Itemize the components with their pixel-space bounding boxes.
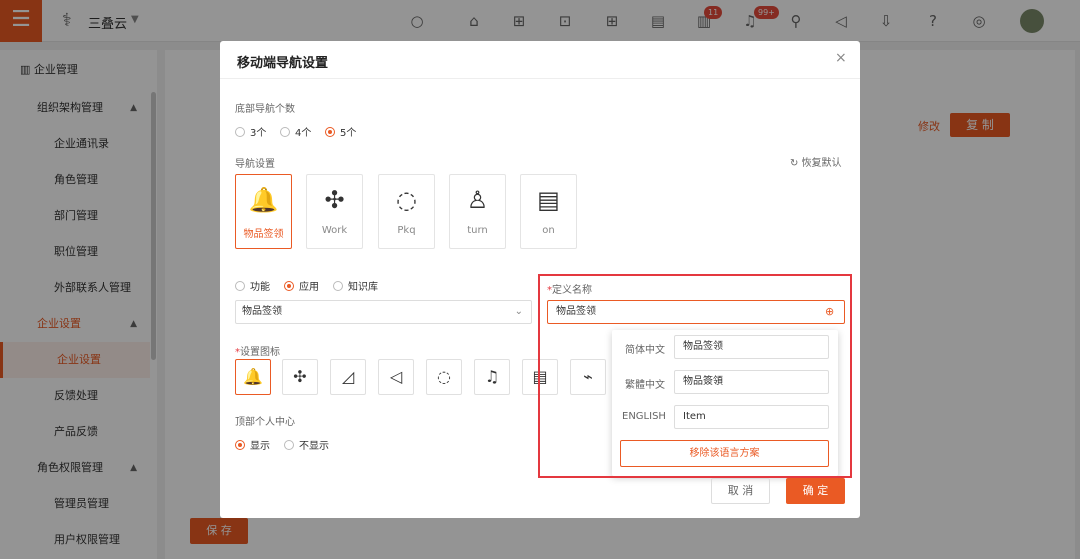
- speaker-icon[interactable]: ◁: [378, 359, 414, 395]
- confirm-button[interactable]: 确 定: [786, 478, 845, 504]
- top-center-radio-hide[interactable]: 不显示: [284, 437, 329, 452]
- type-radio-function[interactable]: 功能: [235, 278, 270, 293]
- divider: [220, 78, 860, 79]
- restore-default-button[interactable]: ↻ 恢复默认: [790, 154, 842, 169]
- nav-item-card[interactable]: ✣ Work: [306, 174, 363, 249]
- chat-icon[interactable]: ◌: [426, 359, 462, 395]
- app-select[interactable]: 物品签领 ⌄: [235, 300, 532, 324]
- top-center-radio-show[interactable]: 显示: [235, 437, 270, 452]
- type-radio-app[interactable]: 应用: [284, 278, 319, 293]
- nav-settings-label: 导航设置: [235, 159, 275, 170]
- chat-icon: ◌: [396, 186, 417, 214]
- chevron-down-icon: ⌄: [514, 306, 523, 317]
- modal-title: 移动端导航设置: [237, 56, 329, 71]
- apps-icon: ✣: [324, 186, 345, 214]
- count-radio-3[interactable]: 3个: [235, 124, 266, 139]
- icon-label: *设置图标: [235, 347, 280, 358]
- nav-item-card[interactable]: ◌ Pkq: [378, 174, 435, 249]
- nav-item-card[interactable]: 🔔 物品签领: [235, 174, 292, 249]
- bottom-nav-count-label: 底部导航个数: [235, 104, 295, 115]
- nav-item-card[interactable]: ▤ on: [520, 174, 577, 249]
- close-icon[interactable]: ×: [835, 50, 847, 66]
- bell-icon[interactable]: 🔔: [235, 359, 271, 395]
- nav-item-card[interactable]: ♙ turn: [449, 174, 506, 249]
- user-icon: ♙: [466, 186, 489, 214]
- apps-icon[interactable]: ✣: [282, 359, 318, 395]
- refresh-icon: ↻: [790, 158, 802, 169]
- count-radio-4[interactable]: 4个: [280, 124, 311, 139]
- cancel-button[interactable]: 取 消: [711, 478, 770, 504]
- bell-outline-icon[interactable]: ♫: [474, 359, 510, 395]
- top-center-label: 顶部个人中心: [235, 417, 295, 428]
- highlight-box: [538, 274, 852, 478]
- chart-icon[interactable]: ◿: [330, 359, 366, 395]
- document-icon: ▤: [537, 186, 560, 214]
- type-radio-knowledge[interactable]: 知识库: [333, 278, 378, 293]
- bell-icon: 🔔: [248, 186, 279, 214]
- count-radio-5[interactable]: 5个: [325, 124, 356, 139]
